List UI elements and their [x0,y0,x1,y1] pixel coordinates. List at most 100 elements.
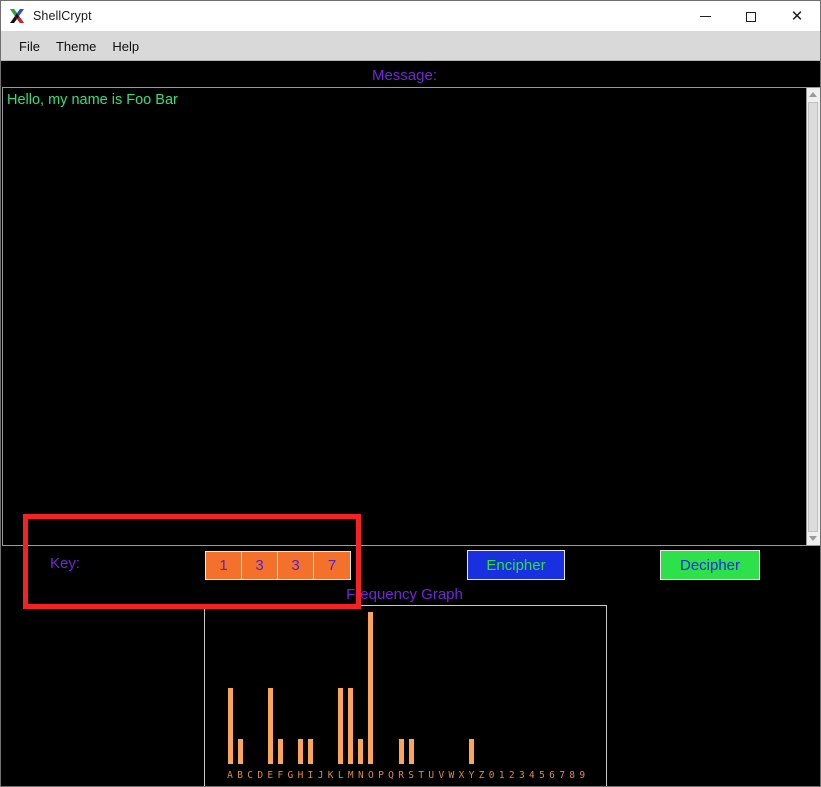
menu-item-file[interactable]: File [11,36,48,57]
bar-slot [275,612,285,764]
bar-slot [477,612,487,764]
axis-tick-label: U [428,769,435,781]
scroll-up-button[interactable] [807,88,819,101]
axis-tick-label: D [257,769,264,781]
menu-item-help[interactable]: Help [104,36,147,57]
chevron-down-icon [809,536,817,541]
axis-tick-label: 9 [579,769,586,781]
frequency-bar [348,688,354,764]
axis-tick-label: L [337,769,344,781]
bar-slot [456,612,466,764]
bar-slot [225,612,235,764]
close-button[interactable]: ✕ [774,1,820,32]
axis-tick-label: 2 [508,769,515,781]
scrollbar-thumb[interactable] [808,102,818,532]
bar-slot [416,612,426,764]
key-input-group[interactable]: 1 3 3 7 [205,551,351,580]
frequency-bar [368,612,374,764]
frequency-graph-title: Frequency Graph [346,585,463,603]
axis-tick-label: P [378,769,384,781]
frequency-bar [358,738,364,764]
axis-tick-label: E [267,769,274,781]
bar-slot [235,612,245,764]
key-digit-0[interactable]: 1 [206,552,242,579]
frequency-graph-plot: ABCDEFGHIJKLMNOPQRSTUVWXYZ0123456789 [205,606,606,786]
bar-slot [255,612,265,764]
message-label: Message: [371,66,438,84]
bar-slot [426,612,436,764]
bar-slot [386,612,396,764]
axis-tick-label: I [307,769,314,781]
bar-slot [517,612,527,764]
frequency-bar [408,738,414,764]
bar-slot [376,612,386,764]
axis-tick-label: 3 [518,769,525,781]
axis-tick-label: 8 [569,769,576,781]
axis-tick-label: J [317,769,324,781]
axis-tick-label: G [287,769,294,781]
axis-tick-label: H [297,769,304,781]
encipher-button[interactable]: Encipher [467,550,565,580]
bar-slot [527,612,537,764]
frequency-bar [237,738,243,764]
bar-slot [306,612,316,764]
menu-bar: File Theme Help [1,32,820,61]
bar-slot [507,612,517,764]
frequency-bar [297,738,303,764]
close-icon: ✕ [790,8,804,25]
minimize-icon [699,16,711,17]
axis-tick-label: M [347,769,354,781]
message-scrollbar[interactable] [807,87,820,546]
bar-slot [265,612,275,764]
bar-slot [547,612,557,764]
axis-tick-label: 0 [488,769,495,781]
bar-slot [436,612,446,764]
bar-slot [356,612,366,764]
axis-tick-label: V [438,769,445,781]
frequency-axis-labels: ABCDEFGHIJKLMNOPQRSTUVWXYZ0123456789 [225,767,587,783]
bar-slot [487,612,497,764]
axis-tick-label: K [327,769,334,781]
menu-item-theme[interactable]: Theme [48,36,104,57]
window-controls: ✕ [682,1,820,32]
bar-slot [285,612,295,764]
x11-logo-icon [9,8,25,24]
frequency-bar [227,688,233,764]
frequency-graph: ABCDEFGHIJKLMNOPQRSTUVWXYZ0123456789 [204,605,607,786]
axis-tick-label: S [408,769,415,781]
bar-slot [396,612,406,764]
scroll-down-button[interactable] [807,532,819,545]
bar-slot [577,612,587,764]
frequency-bar [398,738,404,764]
bar-slot [406,612,416,764]
frequency-bar [267,688,273,764]
frequency-bar [469,738,475,764]
axis-tick-label: T [418,769,425,781]
chevron-up-icon [809,92,817,97]
bar-slot [567,612,577,764]
key-label: Key: [50,555,81,572]
axis-tick-label: C [247,769,254,781]
key-digit-3[interactable]: 7 [314,552,350,579]
maximize-icon [746,11,756,22]
message-textarea[interactable]: Hello, my name is Foo Bar [2,87,807,546]
axis-tick-label: 4 [529,769,535,781]
key-digit-2[interactable]: 3 [278,552,314,579]
bar-slot [467,612,477,764]
axis-tick-label: F [277,769,284,781]
minimize-button[interactable] [682,1,728,32]
frequency-bars [225,612,587,764]
bar-slot [245,612,255,764]
frequency-bar [308,738,314,764]
axis-tick-label: R [398,769,404,781]
bar-slot [346,612,356,764]
bar-slot [316,612,326,764]
key-digit-1[interactable]: 3 [242,552,278,579]
axis-tick-label: B [237,769,243,781]
axis-tick-label: Y [468,769,475,781]
bar-slot [537,612,547,764]
axis-tick-label: O [368,769,374,781]
decipher-button[interactable]: Decipher [660,550,760,580]
maximize-button[interactable] [728,1,774,32]
axis-tick-label: X [458,769,465,781]
